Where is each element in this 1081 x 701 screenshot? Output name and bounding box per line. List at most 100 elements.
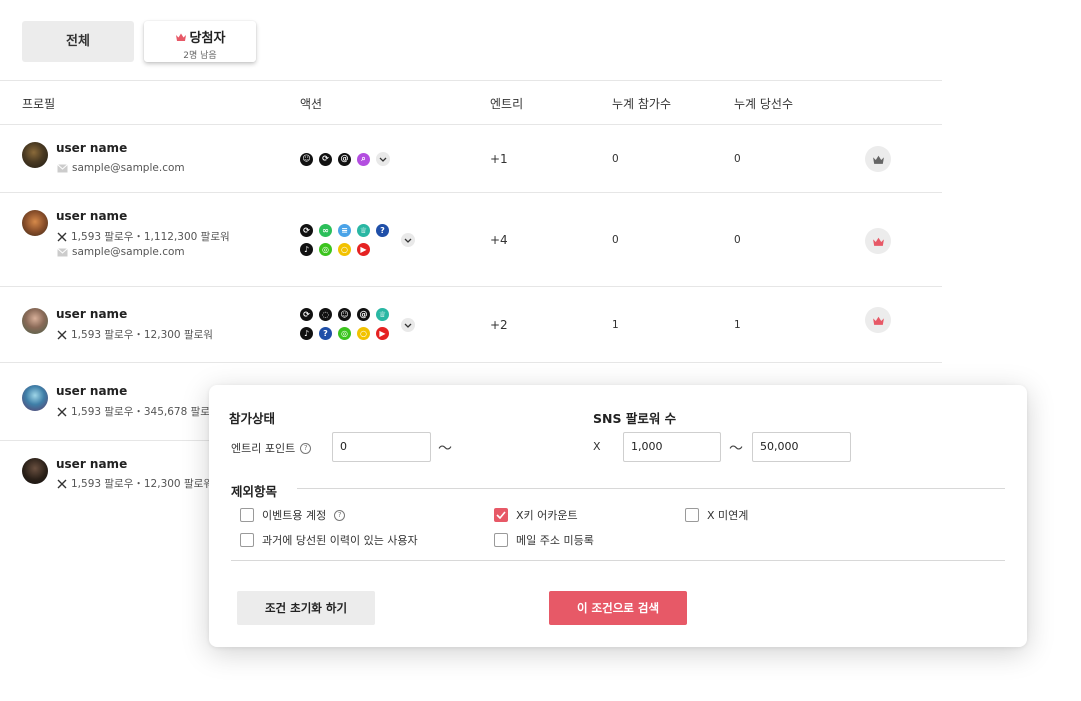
follower-stats: 1,593 팔로우・345,678 팔로워 xyxy=(57,404,220,419)
exclude-event-account-checkbox[interactable]: 이벤트용 계정 ? xyxy=(240,507,346,523)
chevron-down-icon[interactable] xyxy=(401,233,415,247)
checkbox-label: 이벤트용 계정 xyxy=(262,509,327,522)
divider xyxy=(231,560,1005,561)
line-icon[interactable]: ◎ xyxy=(338,327,351,340)
retweet-icon[interactable]: ⟳ xyxy=(300,224,313,237)
chevron-down-icon[interactable] xyxy=(401,318,415,332)
entry-point-min-input[interactable]: 0 xyxy=(332,432,431,462)
user-name: user name xyxy=(56,209,128,223)
exclude-no-email-checkbox[interactable]: 메일 주소 미등록 xyxy=(494,532,594,548)
email-text: sample@sample.com xyxy=(72,246,185,258)
entry-count: +2 xyxy=(490,318,508,332)
exclude-x-key-account-checkbox[interactable]: X키 어카운트 xyxy=(494,507,578,523)
search-user-icon[interactable]: ⌕ xyxy=(357,152,370,166)
x-logo-icon xyxy=(57,232,67,241)
exclude-past-winners-checkbox[interactable]: 과거에 당선된 이력이 있는 사용자 xyxy=(240,532,418,548)
checkbox-label: X 미연계 xyxy=(707,509,749,522)
youtube-icon[interactable]: ▶ xyxy=(357,243,370,256)
user-email: sample@sample.com xyxy=(57,246,185,258)
winner-toggle-button[interactable] xyxy=(865,307,891,333)
youtube-icon[interactable]: ▶ xyxy=(376,327,389,340)
checkbox-checked[interactable] xyxy=(494,508,508,522)
divider xyxy=(0,124,942,125)
winner-toggle-button[interactable] xyxy=(865,146,891,172)
tab-all[interactable]: 전체 xyxy=(22,21,134,62)
checkbox-label: 메일 주소 미등록 xyxy=(516,534,594,547)
follower-text: 1,593 팔로우・12,300 팔로워 xyxy=(71,478,213,490)
participation-count: 0 xyxy=(612,234,619,246)
action-icons-bottom: ♪ ◎ ○ ▶ xyxy=(300,243,370,256)
winner-toggle-button[interactable] xyxy=(865,228,891,254)
checkbox[interactable] xyxy=(240,533,254,547)
user-name: user name xyxy=(56,384,128,398)
tab-winner[interactable]: 당첨자 2명 남음 xyxy=(144,21,256,62)
range-separator: 〜 xyxy=(729,441,743,457)
question-icon[interactable]: ? xyxy=(376,224,389,237)
reset-conditions-button[interactable]: 조건 초기화 하기 xyxy=(237,591,375,625)
line-icon[interactable]: ◎ xyxy=(319,243,332,256)
divider xyxy=(297,488,1005,489)
action-icons-top: ⟳ ◌ ☺ @ ♕ xyxy=(300,308,389,321)
sns-followers-title: SNS 팔로워 수 xyxy=(593,411,677,426)
entry-count: +1 xyxy=(490,152,508,166)
column-header-total-wins: 누계 당선수 xyxy=(734,97,794,111)
follower-text: 1,593 팔로우・12,300 팔로워 xyxy=(71,329,213,341)
tiktok-icon[interactable]: ♪ xyxy=(300,243,313,256)
user-check-icon[interactable]: ☺ xyxy=(300,152,313,166)
followers-max-input[interactable]: 50,000 xyxy=(752,432,851,462)
question-icon[interactable]: ? xyxy=(319,327,332,340)
help-icon[interactable]: ? xyxy=(334,509,346,521)
user-check-icon[interactable]: ☺ xyxy=(338,308,351,321)
exclude-x-unlinked-checkbox[interactable]: X 미연계 xyxy=(685,507,748,523)
follower-stats: 1,593 팔로우・12,300 팔로워 xyxy=(57,476,213,491)
checkbox[interactable] xyxy=(494,533,508,547)
divider xyxy=(0,80,942,81)
checkbox[interactable] xyxy=(685,508,699,522)
avatar xyxy=(22,458,48,484)
avatar xyxy=(22,308,48,334)
follower-stats: 1,593 팔로우・12,300 팔로워 xyxy=(57,327,213,342)
x-logo-icon xyxy=(57,407,67,416)
avatar xyxy=(22,210,48,236)
checkbox[interactable] xyxy=(240,508,254,522)
column-header-profile: 프로필 xyxy=(22,97,56,111)
comment-icon[interactable]: ◌ xyxy=(319,308,332,321)
help-icon[interactable]: ? xyxy=(300,442,312,454)
search-with-conditions-button[interactable]: 이 조건으로 검색 xyxy=(549,591,687,625)
column-header-total-participation: 누계 참가수 xyxy=(612,97,672,111)
kakao-icon[interactable]: ○ xyxy=(357,327,370,340)
crown-icon xyxy=(175,33,186,41)
divider xyxy=(0,286,942,287)
participation-count: 0 xyxy=(612,153,619,165)
column-header-action: 액션 xyxy=(300,97,323,111)
win-count: 1 xyxy=(734,319,741,331)
chevron-down-icon[interactable] xyxy=(376,152,390,166)
user-name: user name xyxy=(56,141,128,155)
tiktok-icon[interactable]: ♪ xyxy=(300,327,313,340)
at-icon[interactable]: @ xyxy=(357,308,370,321)
tab-winner-remaining: 2명 남음 xyxy=(183,51,217,61)
column-header-entry: 엔트리 xyxy=(490,97,524,111)
win-count: 0 xyxy=(734,153,741,165)
document-icon[interactable]: ≡ xyxy=(338,224,351,237)
followers-min-input[interactable]: 1,000 xyxy=(623,432,721,462)
action-icons: ☺ ⟳ @ ⌕ xyxy=(300,152,390,166)
user-name: user name xyxy=(56,457,128,471)
action-icons-bottom: ♪ ? ◎ ○ ▶ xyxy=(300,327,389,340)
kakao-icon[interactable]: ○ xyxy=(338,243,351,256)
win-count: 0 xyxy=(734,234,741,246)
email-text: sample@sample.com xyxy=(72,162,185,174)
participation-count: 1 xyxy=(612,319,619,331)
link-icon[interactable]: ∞ xyxy=(319,224,332,237)
crown-icon xyxy=(872,237,884,246)
crown-icon xyxy=(872,316,884,325)
tab-winner-label: 당첨자 xyxy=(189,31,226,46)
retweet-icon[interactable]: ⟳ xyxy=(300,308,313,321)
trophy-icon[interactable]: ♕ xyxy=(357,224,370,237)
trophy-icon[interactable]: ♕ xyxy=(376,308,389,321)
divider xyxy=(0,192,942,193)
x-logo-icon xyxy=(57,330,67,339)
follower-text: 1,593 팔로우・345,678 팔로워 xyxy=(71,406,220,418)
at-icon[interactable]: @ xyxy=(338,152,351,166)
retweet-icon[interactable]: ⟳ xyxy=(319,152,332,166)
